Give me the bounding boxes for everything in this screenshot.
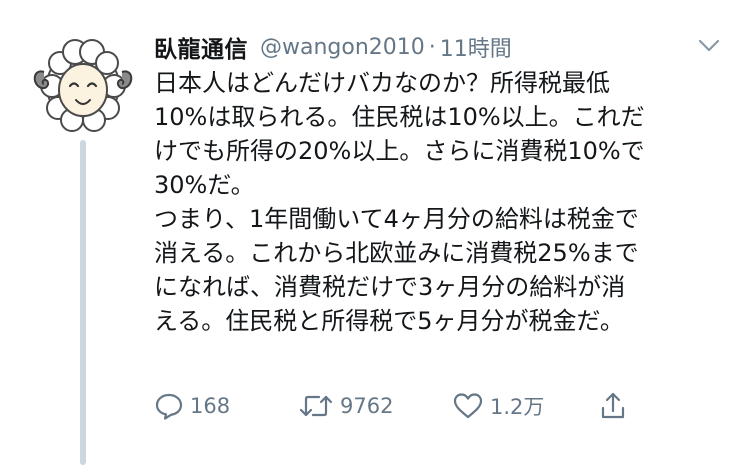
tweet-text-line: える。住民税と所得税で5ヶ月分が税金だ。	[154, 307, 624, 335]
tweet-text-line: けでも所得の20%以上。さらに消費税10%で	[154, 137, 645, 165]
tweet-text-line: 30%だ。	[154, 171, 255, 199]
heart-icon	[453, 393, 483, 419]
tweet-text-line: 日本人はどんだけバカなのか？所得税最低	[154, 69, 610, 97]
share-icon	[601, 392, 625, 419]
tweet-header: 臥龍通信 @wangon2010 · 11時間	[154, 30, 512, 64]
tweet-actions: 168 9762 1.2万	[154, 384, 644, 428]
thread-connector-line	[80, 140, 86, 465]
reply-button[interactable]: 168	[154, 384, 230, 428]
tweet-text-line: 消える。これから北欧並みに消費税25%まで	[154, 239, 639, 267]
user-handle[interactable]: @wangon2010	[260, 35, 425, 60]
tweet-text: 日本人はどんだけバカなのか？所得税最低 10%は取られる。住民税は10%以上。こ…	[154, 66, 724, 338]
display-name[interactable]: 臥龍通信	[154, 30, 248, 64]
reply-count: 168	[190, 394, 231, 418]
like-button[interactable]: 1.2万	[452, 384, 544, 428]
timestamp[interactable]: 11時間	[440, 31, 512, 63]
tweet-text-line: になれば、消費税だけで3ヶ月分の給料が消	[154, 273, 626, 301]
tweet-text-line: 10%は取られる。住民税は10%以上。これだ	[154, 103, 645, 131]
tweet-menu-button[interactable]	[696, 36, 722, 56]
avatar[interactable]	[30, 28, 136, 134]
retweet-button[interactable]: 9762	[298, 384, 393, 428]
share-button[interactable]	[598, 384, 628, 428]
separator-dot: ·	[428, 34, 436, 60]
tweet-text-line: つまり、1年間働いて4ヶ月分の給料は税金で	[154, 205, 639, 233]
chevron-down-icon	[698, 39, 720, 52]
reply-icon	[155, 393, 183, 420]
like-count: 1.2万	[490, 395, 545, 419]
retweet-icon	[299, 395, 333, 417]
sheep-avatar-icon	[33, 39, 133, 132]
retweet-count: 9762	[340, 394, 394, 418]
